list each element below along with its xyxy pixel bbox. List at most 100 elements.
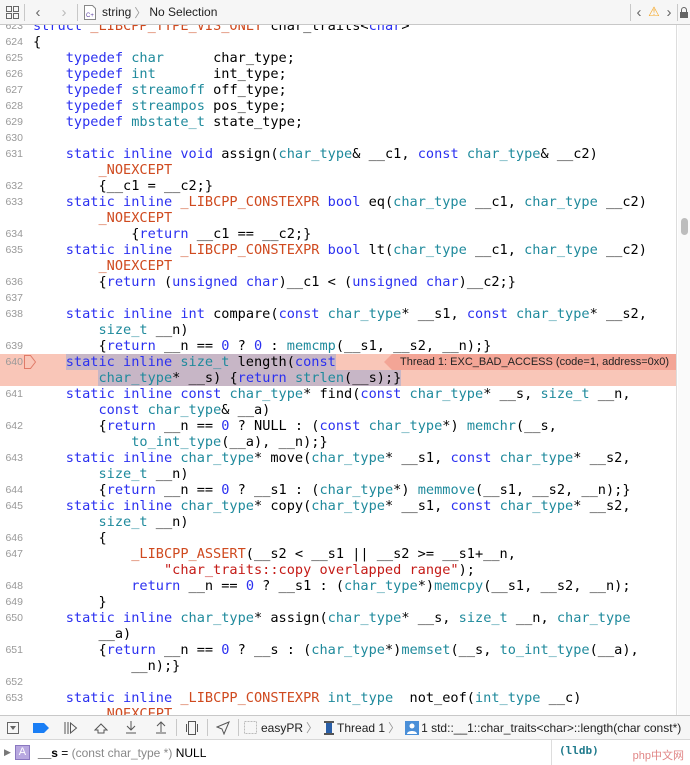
line-number[interactable]: 653 xyxy=(0,690,23,706)
code-line[interactable]: 644 {return __n == 0 ? __s1 : (char_type… xyxy=(0,482,676,498)
scrollbar-thumb[interactable] xyxy=(681,218,688,235)
code-line[interactable]: 639 {return __n == 0 ? 0 : memcmp(__s1, … xyxy=(0,338,676,354)
code-line[interactable]: 631 static inline void assign(char_type&… xyxy=(0,146,676,162)
step-into-button[interactable] xyxy=(116,715,146,740)
code-line[interactable]: 648 return __n == 0 ? __s1 : (char_type*… xyxy=(0,578,676,594)
code-line[interactable]: 642 {return __n == 0 ? NULL : (const cha… xyxy=(0,418,676,434)
code-line[interactable]: _NOEXCEPT xyxy=(0,162,676,178)
code-line[interactable]: "char_traits::copy overlapped range"); xyxy=(0,562,676,578)
continue-button[interactable] xyxy=(56,715,86,740)
line-number[interactable]: 642 xyxy=(0,418,23,434)
debug-project[interactable]: easyPR xyxy=(261,721,303,735)
code-line[interactable]: 653 static inline _LIBCPP_CONSTEXPR int_… xyxy=(0,690,676,706)
previous-issue-button[interactable]: ‹ xyxy=(631,0,647,25)
line-number[interactable]: 623 xyxy=(0,25,23,34)
line-number[interactable]: 649 xyxy=(0,594,23,610)
view-hierarchy-button[interactable] xyxy=(177,715,207,740)
code-line[interactable]: __a) xyxy=(0,626,676,642)
code-line[interactable]: 643 static inline char_type* move(char_t… xyxy=(0,450,676,466)
code-line[interactable]: 632 {__c1 = __c2;} xyxy=(0,178,676,194)
line-number[interactable]: 647 xyxy=(0,546,23,562)
simulate-location-button[interactable] xyxy=(208,715,238,740)
line-number[interactable]: 638 xyxy=(0,306,23,322)
variable-name[interactable]: __s xyxy=(38,746,58,760)
code-line[interactable]: 651 {return __n == 0 ? __s : (char_type*… xyxy=(0,642,676,658)
code-line[interactable]: 636 {return (unsigned char)__c1 < (unsig… xyxy=(0,274,676,290)
line-number[interactable]: 634 xyxy=(0,226,23,242)
code-line[interactable]: to_int_type(__a), __n);} xyxy=(0,434,676,450)
code-line-error[interactable]: char_type* __s) {return strlen(__s);} xyxy=(0,370,676,386)
line-number[interactable]: 650 xyxy=(0,610,23,626)
code-line[interactable]: 628 typedef streampos pos_type; xyxy=(0,98,676,114)
error-annotation[interactable]: Thread 1: EXC_BAD_ACCESS (code=1, addres… xyxy=(384,354,676,370)
source-editor[interactable]: 623 struct _LIBCPP_TYPE_VIS_ONLY char_tra… xyxy=(0,25,677,715)
code-line[interactable]: 641 static inline const char_type* find(… xyxy=(0,386,676,402)
lock-icon[interactable] xyxy=(678,0,690,25)
code-line[interactable]: 635 static inline _LIBCPP_CONSTEXPR bool… xyxy=(0,242,676,258)
line-number[interactable]: 636 xyxy=(0,274,23,290)
line-number[interactable]: 639 xyxy=(0,338,23,354)
code-line[interactable]: 630 xyxy=(0,130,676,146)
code-line[interactable]: 623 struct _LIBCPP_TYPE_VIS_ONLY char_tra… xyxy=(0,25,676,34)
line-number[interactable]: 635 xyxy=(0,242,23,258)
line-number[interactable]: 648 xyxy=(0,578,23,594)
code-line[interactable]: const char_type& __a) xyxy=(0,402,676,418)
line-number[interactable]: 630 xyxy=(0,130,23,146)
line-number[interactable]: 652 xyxy=(0,674,23,690)
line-number[interactable]: 644 xyxy=(0,482,23,498)
forward-button[interactable]: › xyxy=(51,0,77,25)
debug-frame[interactable]: 1 std::__1::char_traits<char>::length(ch… xyxy=(421,721,681,735)
line-number[interactable]: 627 xyxy=(0,82,23,98)
line-number[interactable]: 640 xyxy=(0,354,23,370)
code-line[interactable]: _NOEXCEPT xyxy=(0,706,676,715)
code-line[interactable]: size_t __n) xyxy=(0,322,676,338)
line-number[interactable]: 633 xyxy=(0,194,23,210)
code-line[interactable]: 633 static inline _LIBCPP_CONSTEXPR bool… xyxy=(0,194,676,210)
jumpbar-selection[interactable]: No Selection xyxy=(149,5,217,19)
code-line[interactable]: 637 xyxy=(0,290,676,306)
line-number[interactable]: 624 xyxy=(0,34,23,50)
line-number[interactable]: 641 xyxy=(0,386,23,402)
line-number[interactable]: 632 xyxy=(0,178,23,194)
line-number[interactable]: 626 xyxy=(0,66,23,82)
line-number[interactable]: 625 xyxy=(0,50,23,66)
line-number[interactable]: 646 xyxy=(0,530,23,546)
code-line[interactable]: 624 { xyxy=(0,34,676,50)
hide-debug-area-button[interactable] xyxy=(0,715,26,740)
debug-thread[interactable]: Thread 1 xyxy=(337,721,385,735)
code-line[interactable]: size_t __n) xyxy=(0,466,676,482)
back-button[interactable]: ‹ xyxy=(25,0,51,25)
code-line[interactable]: 629 typedef mbstate_t state_type; xyxy=(0,114,676,130)
code-line[interactable]: 645 static inline char_type* copy(char_t… xyxy=(0,498,676,514)
line-number[interactable]: 643 xyxy=(0,450,23,466)
line-number[interactable]: 651 xyxy=(0,642,23,658)
code-line[interactable]: 647 _LIBCPP_ASSERT(__s2 < __s1 || __s2 >… xyxy=(0,546,676,562)
code-line[interactable]: 652 xyxy=(0,674,676,690)
code-line[interactable]: 650 static inline char_type* assign(char… xyxy=(0,610,676,626)
code-line[interactable]: 626 typedef int int_type; xyxy=(0,66,676,82)
line-number[interactable]: 645 xyxy=(0,498,23,514)
code-line[interactable]: 634 {return __c1 == __c2;} xyxy=(0,226,676,242)
line-number[interactable]: 631 xyxy=(0,146,23,162)
line-number[interactable]: 629 xyxy=(0,114,23,130)
step-out-button[interactable] xyxy=(146,715,176,740)
editor-scrollbar[interactable] xyxy=(678,25,690,715)
breakpoints-toggle-button[interactable] xyxy=(26,715,56,740)
code-line[interactable]: __n);} xyxy=(0,658,676,674)
next-issue-button[interactable]: › xyxy=(661,0,677,25)
line-number[interactable]: 628 xyxy=(0,98,23,114)
disclosure-triangle-icon[interactable]: ▶ xyxy=(4,747,11,758)
step-over-button[interactable] xyxy=(86,715,116,740)
code-line[interactable]: size_t __n) xyxy=(0,514,676,530)
code-line[interactable]: _NOEXCEPT xyxy=(0,210,676,226)
warning-icon[interactable]: ⚠ xyxy=(647,0,661,25)
code-line[interactable]: 625 typedef char char_type; xyxy=(0,50,676,66)
line-number[interactable]: 637 xyxy=(0,290,23,306)
code-line[interactable]: 646 { xyxy=(0,530,676,546)
code-line[interactable]: _NOEXCEPT xyxy=(0,258,676,274)
related-items-icon[interactable] xyxy=(0,0,24,25)
jumpbar-file[interactable]: string xyxy=(102,5,131,19)
code-line[interactable]: 638 static inline int compare(const char… xyxy=(0,306,676,322)
code-line[interactable]: 649 } xyxy=(0,594,676,610)
code-line[interactable]: 627 typedef streamoff off_type; xyxy=(0,82,676,98)
